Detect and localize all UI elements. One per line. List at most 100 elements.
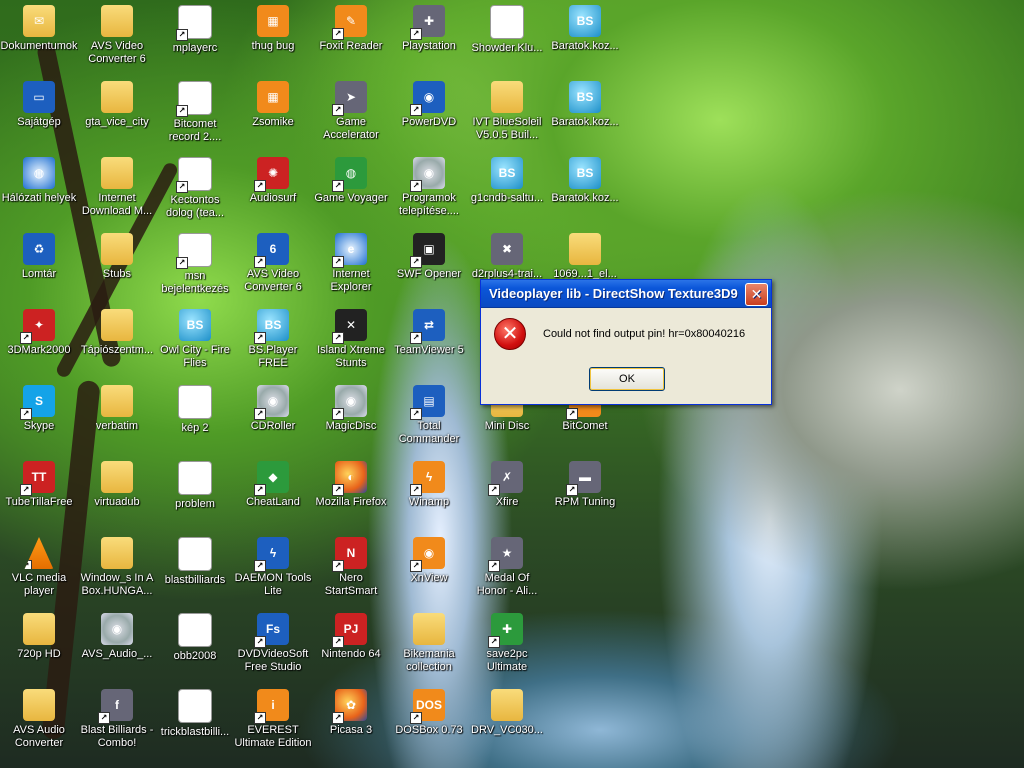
desktop-icon[interactable]: TT ↗ TubeTillaFree <box>0 458 78 530</box>
desktop-icon[interactable]: 321 ↗ mplayerc <box>156 2 234 74</box>
desktop-icon[interactable]: Tápiószentm... <box>78 306 156 378</box>
desktop-icon[interactable]: AVS Audio Converter <box>0 686 78 758</box>
desktop-icon[interactable]: ▤ ↗ Total Commander <box>390 382 468 454</box>
desktop-icon[interactable]: Bikemania collection <box>390 610 468 682</box>
desktop-icon[interactable]: ♻ Lomtár <box>0 230 78 302</box>
desktop-icon[interactable]: BS Baratok.koz... <box>546 78 624 150</box>
desktop-icon[interactable]: ▭ kép 2 <box>156 382 234 454</box>
desktop-icon[interactable]: BS Owl City - Fire Flies <box>156 306 234 378</box>
desktop-icon[interactable]: BS ↗ BS.Player FREE <box>234 306 312 378</box>
desktop-icon[interactable]: ◉ ↗ MagicDisc <box>312 382 390 454</box>
shortcut-arrow-icon: ↗ <box>254 332 266 344</box>
desktop-icon[interactable]: ◆ ↗ CheatLand <box>234 458 312 530</box>
desktop-icon[interactable]: AVS Video Converter 6 <box>78 2 156 74</box>
desktop-icon[interactable]: ▭ blastbilliards <box>156 534 234 606</box>
close-button[interactable]: ✕ <box>745 283 768 306</box>
shortcut-arrow-icon: ↗ <box>410 484 422 496</box>
desktop-icon[interactable]: ▭ obb2008 <box>156 610 234 682</box>
folder-icon <box>101 309 133 341</box>
desktop-icon-label: EVEREST Ultimate Edition <box>234 724 312 749</box>
orange-icon: ◉ ↗ <box>410 537 445 572</box>
desktop-icon[interactable]: ◉ ↗ XnView <box>390 534 468 606</box>
shortcut-arrow-icon: ↗ <box>254 636 266 648</box>
desktop-icon[interactable]: ✺ ↗ Audiosurf <box>234 154 312 226</box>
desktop-icon-label: Stubs <box>102 268 132 280</box>
desktop-icon[interactable]: ✦ ↗ 3DMark2000 <box>0 306 78 378</box>
desktop-icon[interactable]: gta_vice_city <box>78 78 156 150</box>
desktop-icon[interactable]: ▦ Zsomike <box>234 78 312 150</box>
desktop-icon[interactable]: ◉ ↗ Programok telepítése.... <box>390 154 468 226</box>
desktop-icon[interactable]: ◉ ↗ CDRoller <box>234 382 312 454</box>
doc-icon: ● <box>490 5 524 39</box>
desktop-icon[interactable]: ★ ↗ Medal Of Honor - Ali... <box>468 534 546 606</box>
desktop-icon[interactable]: virtuadub <box>78 458 156 530</box>
desktop-icon[interactable]: ϟ ↗ DAEMON Tools Lite <box>234 534 312 606</box>
desktop-icon[interactable]: Internet Download M... <box>78 154 156 226</box>
desktop-icon-label: Audiosurf <box>249 192 297 204</box>
desktop-icon[interactable]: e ↗ Internet Explorer <box>312 230 390 302</box>
shortcut-arrow-icon: ↗ <box>488 484 500 496</box>
desktop-icon[interactable]: ✿ ↗ Picasa 3 <box>312 686 390 758</box>
desktop-icon-label: DOSBox 0.73 <box>395 724 463 736</box>
desktop-icon[interactable]: ▣ ↗ SWF Opener <box>390 230 468 302</box>
blue-icon: ◉ ↗ <box>410 81 445 116</box>
desktop-icon[interactable]: ✚ ↗ save2pc Ultimate <box>468 610 546 682</box>
desktop-icon-label: Skype <box>23 420 55 432</box>
desktop-icon-label: Window_s In A Box.HUNGA... <box>80 572 154 597</box>
desktop-icon[interactable]: BS g1cndb-saltu... <box>468 154 546 226</box>
desktop-icon[interactable]: DRV_VC030... <box>468 686 546 758</box>
shortcut-arrow-icon: ↗ <box>410 408 422 420</box>
desktop-icon-label: Nintendo 64 <box>321 648 381 660</box>
desktop-icon-label: Showder.Klu... <box>471 42 543 54</box>
desktop-icon[interactable]: ● Showder.Klu... <box>468 2 546 74</box>
desktop-icon-label: Internet Download M... <box>81 192 153 217</box>
desktop-icon[interactable]: ◍ Hálózati helyek <box>0 154 78 226</box>
shortcut-arrow-icon: ↗ <box>332 712 344 724</box>
desktop-icon[interactable]: ✎ ↗ Foxit Reader <box>312 2 390 74</box>
orange-icon: ✎ ↗ <box>332 5 367 40</box>
desktop-icon[interactable]: ▬ ↗ RPM Tuning <box>546 458 624 530</box>
desktop-icon[interactable]: BS Baratok.koz... <box>546 154 624 226</box>
desktop-icon[interactable]: ➤ ↗ Game Accelerator <box>312 78 390 150</box>
desktop-icon[interactable]: ✚ ↗ Playstation <box>390 2 468 74</box>
desktop-icon[interactable]: f ↗ Blast Billiards - Combo! <box>78 686 156 758</box>
blue-icon: ▭ <box>23 81 55 113</box>
desktop-icon[interactable]: Fs ↗ DVDVideoSoft Free Studio <box>234 610 312 682</box>
desktop-icon[interactable]: DOS ↗ DOSBox 0.73 <box>390 686 468 758</box>
desktop-icon[interactable]: Window_s In A Box.HUNGA... <box>78 534 156 606</box>
desktop-icon[interactable]: i ↗ EVEREST Ultimate Edition <box>234 686 312 758</box>
dialog-titlebar[interactable]: Videoplayer lib - DirectShow Texture3D9 … <box>481 280 771 308</box>
desktop-icon[interactable]: ◍ ↗ Game Voyager <box>312 154 390 226</box>
desktop-icon[interactable]: ▭ Sajátgép <box>0 78 78 150</box>
desktop-icon[interactable]: ϟ ↗ Winamp <box>390 458 468 530</box>
desktop-icon[interactable]: ⇄ ↗ TeamViewer 5 <box>390 306 468 378</box>
desktop-icon[interactable]: ↗ VLC media player <box>0 534 78 606</box>
desktop-icon[interactable]: ▦ thug bug <box>234 2 312 74</box>
desktop-icon[interactable]: 6 ↗ AVS Video Converter 6 <box>234 230 312 302</box>
ok-button[interactable]: OK <box>589 367 665 391</box>
desktop-icon[interactable]: PJ ↗ Nintendo 64 <box>312 610 390 682</box>
folder-icon <box>569 233 601 265</box>
desktop-icon[interactable]: ▭ problem <box>156 458 234 530</box>
desktop-icon[interactable]: Stubs <box>78 230 156 302</box>
desktop-icon[interactable]: ◉ AVS_Audio_... <box>78 610 156 682</box>
desktop-icon[interactable]: ◐ ↗ Mozilla Firefox <box>312 458 390 530</box>
desktop-icon[interactable]: ✉ Dokumentumok <box>0 2 78 74</box>
desktop-icon[interactable]: ≡ ↗ msn bejelentkezés <box>156 230 234 302</box>
desktop-icon[interactable]: S ↗ Skype <box>0 382 78 454</box>
desktop-icon[interactable]: ≡ ↗ Bitcomet record 2.... <box>156 78 234 150</box>
desktop-icon[interactable]: ✗ ↗ Xfire <box>468 458 546 530</box>
bs-icon: BS ↗ <box>254 309 289 344</box>
blue-icon: ▤ ↗ <box>410 385 445 420</box>
shortcut-arrow-icon: ↗ <box>24 560 32 569</box>
desktop-icon[interactable]: IVT BlueSoleil V5.0.5 Buil... <box>468 78 546 150</box>
desktop-icon[interactable]: ≡ ↗ Kectontos dolog (tea... <box>156 154 234 226</box>
desktop-icon[interactable]: ▭ trickblastbilli... <box>156 686 234 758</box>
desktop-icon-label: Zsomike <box>252 116 294 128</box>
desktop-icon[interactable]: ◉ ↗ PowerDVD <box>390 78 468 150</box>
desktop-icon[interactable]: BS Baratok.koz... <box>546 2 624 74</box>
desktop-icon[interactable]: N ↗ Nero StartSmart <box>312 534 390 606</box>
desktop-icon[interactable]: ✕ ↗ Island Xtreme Stunts <box>312 306 390 378</box>
desktop-icon[interactable]: 720p HD <box>0 610 78 682</box>
desktop-icon[interactable]: verbatim <box>78 382 156 454</box>
